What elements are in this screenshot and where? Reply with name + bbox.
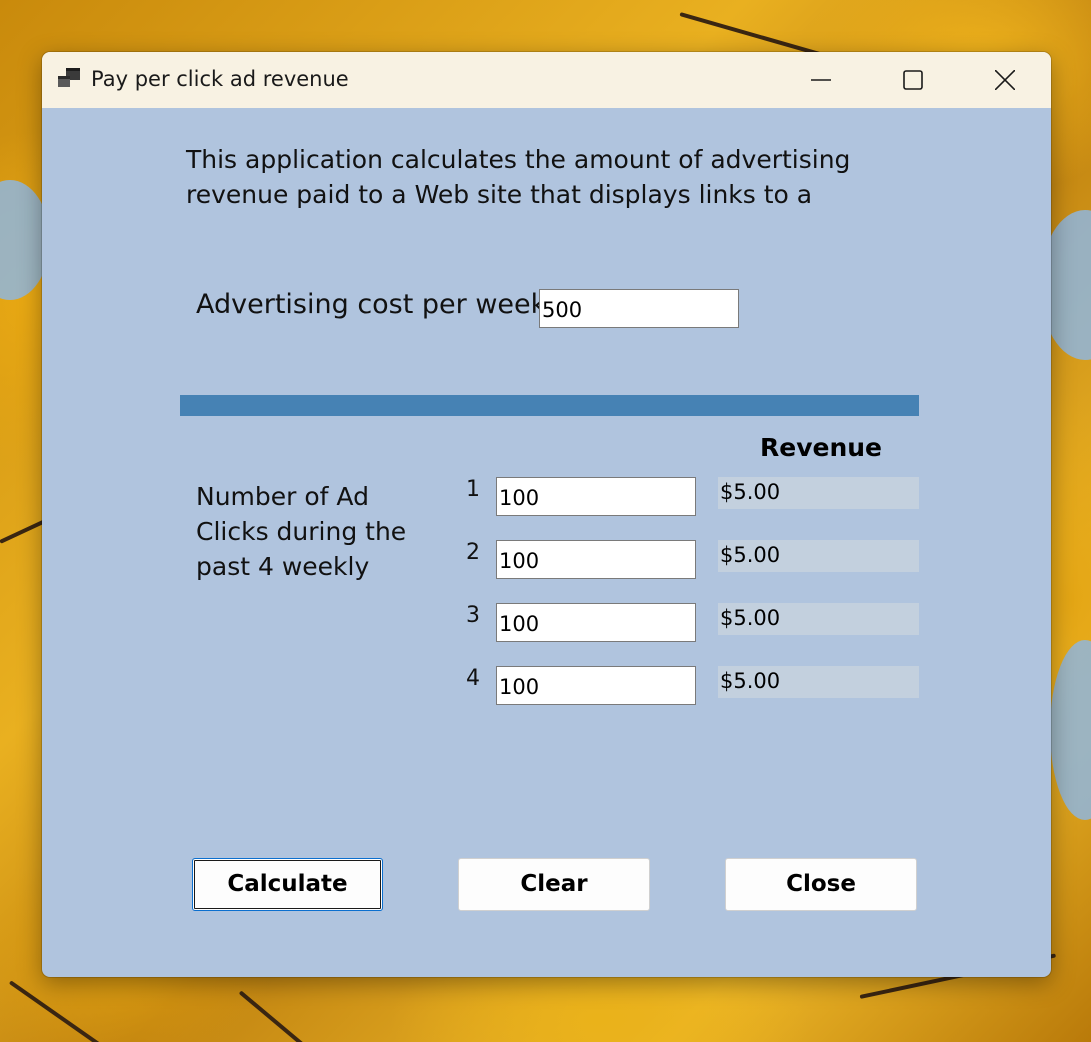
title-bar[interactable]: Pay per click ad revenue [42,52,1051,108]
week-3-clicks-input[interactable] [496,603,696,642]
week-1-revenue-output: $5.00 [718,477,919,509]
revenue-column-header: Revenue [760,433,883,462]
clear-button[interactable]: Clear [458,858,650,911]
ad-clicks-label: Number of Ad Clicks during the past 4 we… [196,482,407,581]
wallpaper-sky-patch [1050,640,1091,820]
wallpaper-branch [8,980,110,1042]
close-button[interactable]: Close [725,858,917,911]
close-window-button[interactable] [959,52,1051,108]
advertising-cost-input[interactable] [539,289,739,328]
window-title: Pay per click ad revenue [91,67,349,91]
close-icon [995,70,1015,90]
week-number-1: 1 [466,477,480,502]
maximize-button[interactable] [867,52,959,108]
section-divider [180,395,919,416]
app-window-icon [58,68,80,87]
app-window: Pay per click ad revenue This applicatio… [42,52,1051,977]
wallpaper-branch [238,990,311,1042]
maximize-icon [903,70,923,90]
week-4-revenue-output: $5.00 [718,666,919,698]
week-3-revenue-output: $5.00 [718,603,919,635]
week-number-2: 2 [466,540,480,565]
calculate-button[interactable]: Calculate [192,858,383,911]
week-2-revenue-output: $5.00 [718,540,919,572]
intro-description: This application calculates the amount o… [186,145,851,209]
week-1-clicks-input[interactable] [496,477,696,516]
form-client-area: This application calculates the amount o… [42,108,1051,977]
week-number-4: 4 [466,666,480,691]
week-4-clicks-input[interactable] [496,666,696,705]
week-2-clicks-input[interactable] [496,540,696,579]
minimize-button[interactable] [775,52,867,108]
minimize-icon [811,79,831,81]
week-number-3: 3 [466,603,480,628]
advertising-cost-label: Advertising cost per week: [196,289,556,320]
